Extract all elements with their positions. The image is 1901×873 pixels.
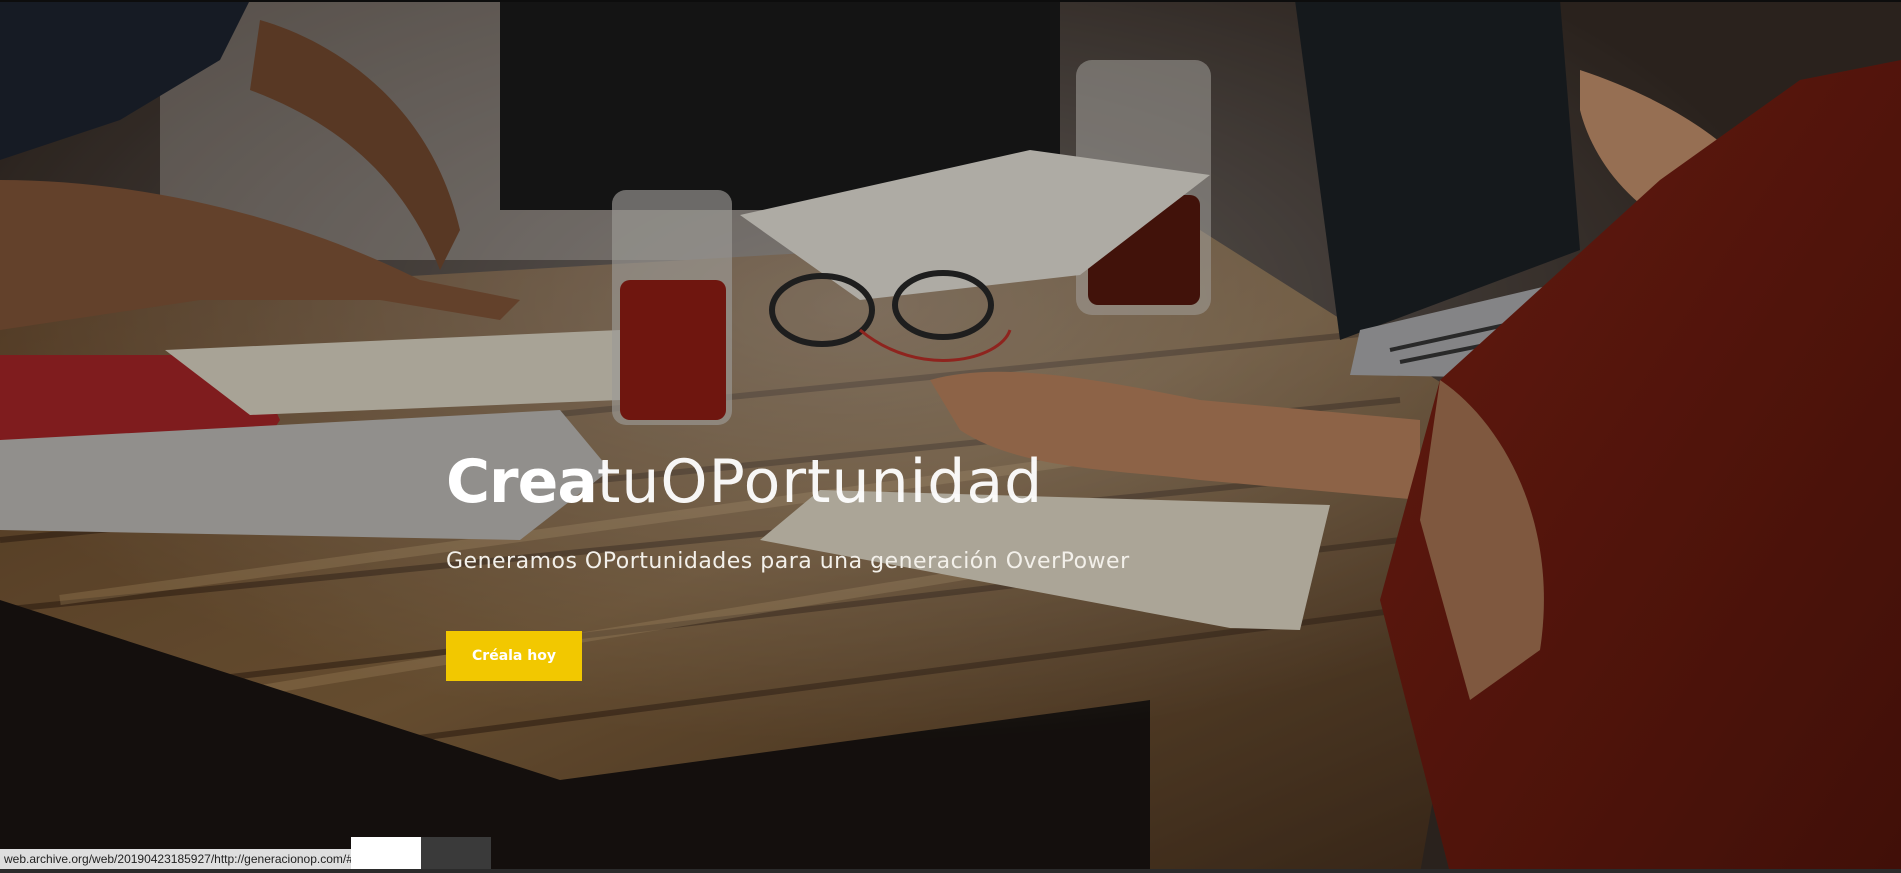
headline-thin-part: tuOPortunidad <box>596 447 1044 517</box>
create-now-button[interactable]: Créala hoy <box>446 631 582 681</box>
headline-bold-part: Crea <box>446 447 598 517</box>
hero-background-photo <box>0 0 1901 873</box>
hero-headline: CreatuOPortunidad <box>446 446 1043 518</box>
top-border <box>0 0 1901 2</box>
hero-subtitle: Generamos OPortunidades para una generac… <box>446 549 1130 574</box>
status-bar-url: web.archive.org/web/20190423185927/http:… <box>0 849 357 869</box>
taskbar-tab-light[interactable] <box>351 837 421 871</box>
hero-section: CreatuOPortunidad Generamos OPortunidade… <box>0 0 1901 873</box>
bottom-strip <box>0 869 1901 873</box>
taskbar-tab-dark[interactable] <box>421 837 491 871</box>
